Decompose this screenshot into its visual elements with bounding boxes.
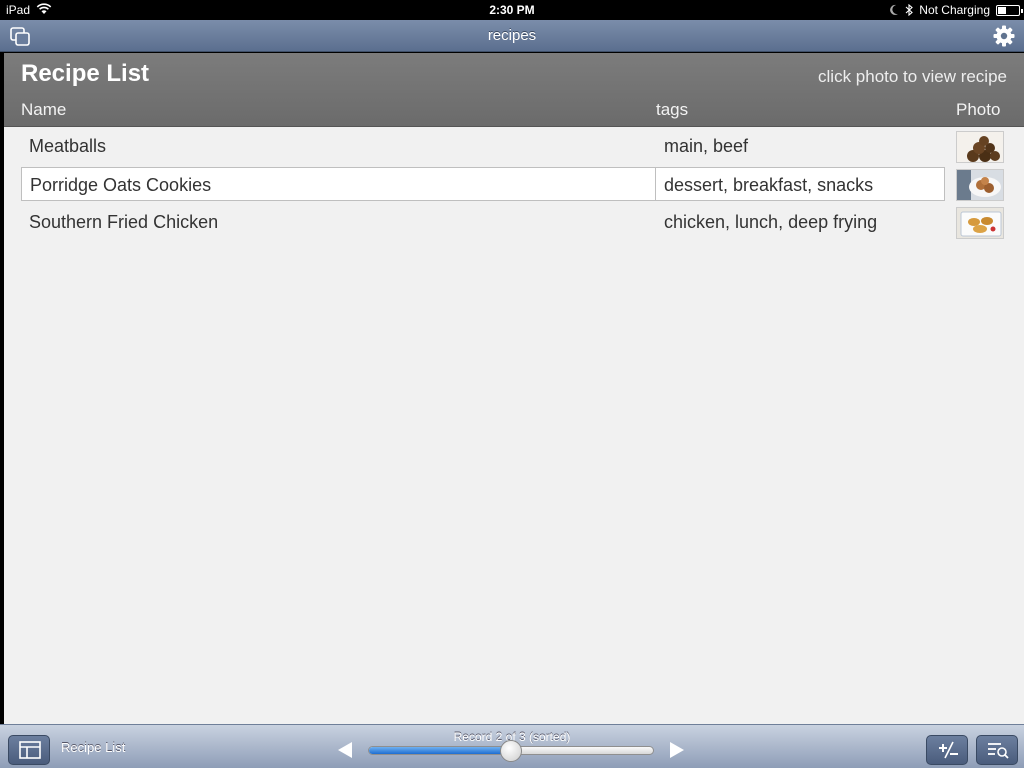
cookies-thumbnail[interactable] (956, 169, 1004, 201)
record-slider[interactable] (368, 740, 654, 762)
table-row[interactable]: Southern Fried Chicken chicken, lunch, d… (4, 205, 1024, 243)
charging-status: Not Charging (919, 3, 990, 17)
meatballs-thumbnail[interactable] (956, 131, 1004, 163)
slider-thumb[interactable] (500, 740, 522, 762)
find-icon (988, 743, 1009, 759)
add-remove-icon (939, 741, 958, 759)
status-bar: iPad 2:30 PM Not Charging (0, 0, 1024, 20)
recipe-tags[interactable]: dessert, breakfast, snacks (656, 167, 945, 201)
column-header-name: Name (21, 100, 67, 119)
recipe-name[interactable]: Southern Fried Chicken (21, 205, 656, 239)
file-title: recipes (487, 27, 537, 44)
column-header-photo: Photo (956, 100, 1001, 119)
list-header: Recipe List click photo to view recipe N… (4, 53, 1024, 127)
recipe-name[interactable]: Porridge Oats Cookies (21, 167, 656, 201)
add-remove-button[interactable] (926, 735, 968, 765)
do-not-disturb-icon (890, 4, 899, 15)
selected-record-indicator (0, 165, 4, 199)
hint-text: click photo to view recipe (818, 67, 1007, 86)
next-record-icon[interactable] (670, 742, 684, 758)
gear-icon[interactable] (992, 24, 1016, 48)
battery-icon (996, 4, 1023, 16)
nav-bar: recipes (0, 20, 1024, 52)
recipe-tags[interactable]: main, beef (656, 129, 945, 163)
column-header-tags: tags (656, 100, 689, 119)
fried-chicken-thumbnail[interactable] (956, 207, 1004, 239)
recipe-name[interactable]: Meatballs (21, 129, 656, 163)
clock: 2:30 PM (489, 3, 535, 17)
table-row[interactable]: Porridge Oats Cookies dessert, breakfast… (4, 167, 1024, 205)
recipe-tags[interactable]: chicken, lunch, deep frying (656, 205, 945, 239)
bottom-toolbar: Recipe List Record 2 of 3 (sorted) (0, 724, 1024, 768)
bluetooth-icon (905, 4, 914, 16)
previous-record-icon[interactable] (338, 742, 352, 758)
slider-fill (369, 747, 511, 754)
find-button[interactable] (976, 735, 1018, 765)
table-row[interactable]: Meatballs main, beef (4, 129, 1024, 167)
list-view: Recipe List click photo to view recipe N… (0, 53, 1024, 724)
layout-title: Recipe List (21, 60, 150, 87)
